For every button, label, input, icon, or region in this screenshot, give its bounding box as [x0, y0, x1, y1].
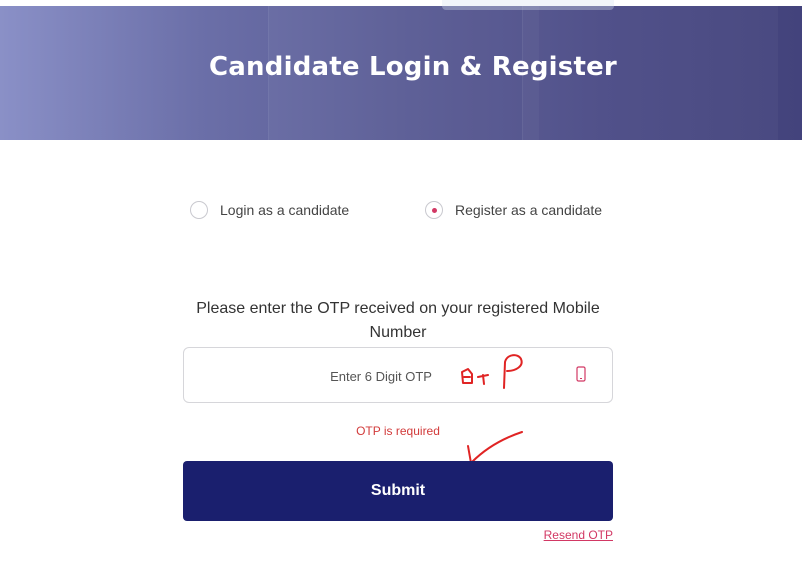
mobile-phone-icon: [576, 366, 586, 382]
resend-otp-link[interactable]: Resend OTP: [513, 528, 613, 542]
register-option[interactable]: Register as a candidate: [425, 199, 602, 221]
otp-input[interactable]: [194, 348, 568, 404]
login-radio[interactable]: [190, 201, 208, 219]
register-radio[interactable]: [425, 201, 443, 219]
page-title: Candidate Login & Register: [209, 52, 617, 82]
background-chip: [442, 0, 614, 10]
login-option[interactable]: Login as a candidate: [190, 199, 349, 221]
top-strip: [0, 0, 802, 6]
otp-field: [183, 347, 613, 404]
register-option-label: Register as a candidate: [455, 202, 603, 218]
submit-button[interactable]: Submit: [183, 461, 613, 521]
login-option-label: Login as a candidate: [220, 202, 350, 218]
page: Candidate Login & Register Login as a ca…: [0, 0, 802, 579]
header-banner: Candidate Login & Register: [0, 0, 802, 140]
otp-instruction: Please enter the OTP received on your re…: [196, 300, 600, 341]
otp-error-message: OTP is required: [356, 424, 440, 438]
